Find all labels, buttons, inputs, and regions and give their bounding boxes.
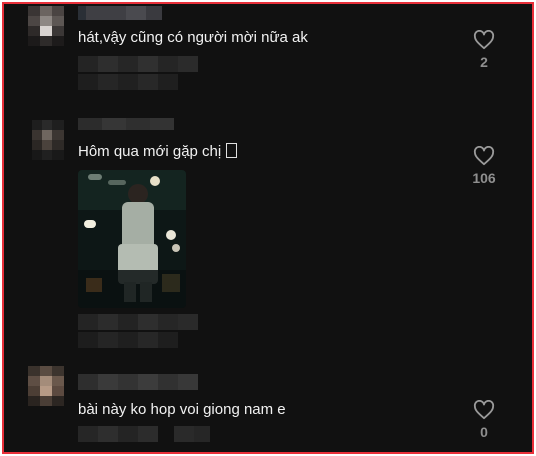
view-replies-blurred[interactable] <box>78 332 178 348</box>
comment-item: Hôm qua mới gặp chị 106 <box>4 114 532 354</box>
like-button[interactable]: 0 <box>466 400 502 440</box>
heart-outline-icon <box>473 400 495 420</box>
comment-text: Hôm qua mới gặp chị <box>78 142 238 162</box>
like-button[interactable]: 2 <box>466 30 502 70</box>
like-button[interactable]: 106 <box>462 146 506 186</box>
heart-outline-icon <box>473 146 495 166</box>
emoji-placeholder-icon <box>226 143 238 158</box>
like-count: 2 <box>480 54 488 70</box>
comment-text: bài này ko hop voi giong nam e <box>78 401 286 418</box>
username-blurred[interactable] <box>78 118 174 130</box>
view-replies-blurred[interactable] <box>78 74 178 90</box>
comment-image[interactable] <box>78 170 186 308</box>
comment-meta-blurred <box>78 426 210 442</box>
comment-text: hát,vậy cũng có người mời nữa ak <box>78 29 308 46</box>
avatar[interactable] <box>32 120 64 160</box>
comment-item: hát,vậy cũng có người mời nữa ak 2 <box>4 4 532 114</box>
comment-item: bài này ko hop voi giong nam e 0 <box>4 354 532 452</box>
comment-meta-blurred <box>78 56 198 72</box>
comment-meta-blurred <box>78 314 198 330</box>
comment-panel: hát,vậy cũng có người mời nữa ak 2 Hôm q… <box>2 2 534 454</box>
heart-outline-icon <box>473 30 495 50</box>
username-blurred[interactable] <box>78 374 198 390</box>
like-count: 0 <box>480 424 488 440</box>
username-blurred[interactable] <box>78 6 162 20</box>
like-count: 106 <box>472 170 496 186</box>
avatar[interactable] <box>28 6 64 46</box>
avatar[interactable] <box>28 366 64 410</box>
